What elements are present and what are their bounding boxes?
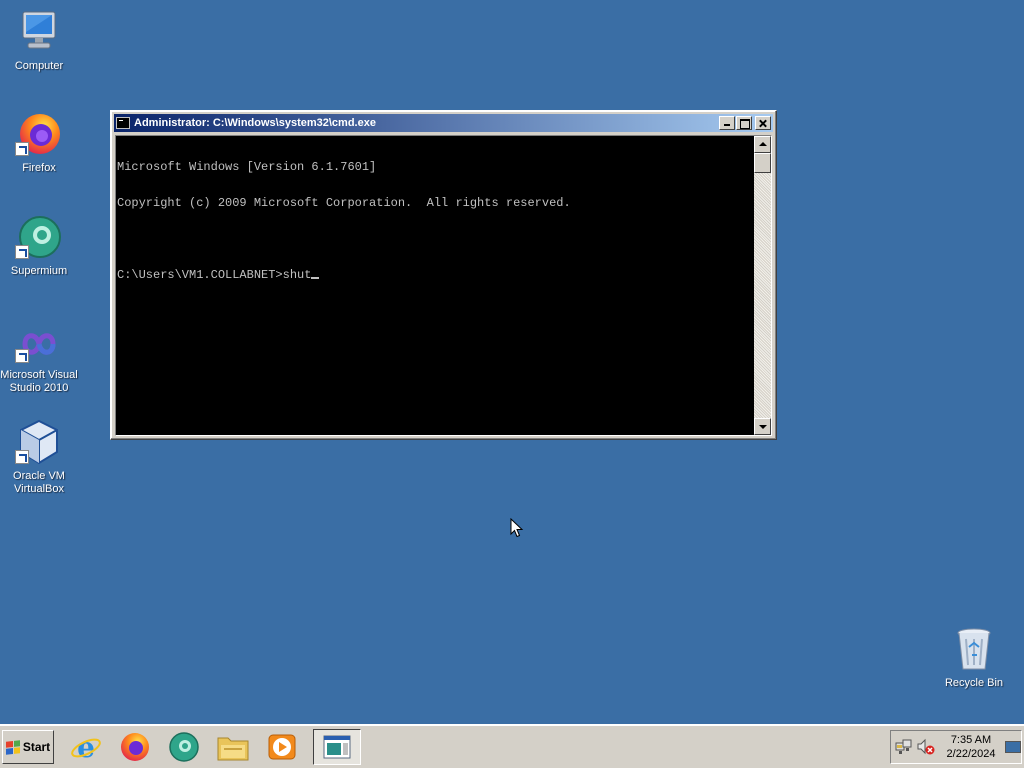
cmd-body: Microsoft Windows [Version 6.1.7601] Cop…: [115, 135, 772, 436]
desktop-icon-label: Supermium: [10, 265, 68, 277]
scroll-track[interactable]: [754, 153, 771, 418]
cmd-window[interactable]: Administrator: C:\Windows\system32\cmd.e…: [110, 110, 777, 440]
scroll-thumb[interactable]: [754, 153, 771, 173]
clock-time: 7:35 AM: [950, 734, 992, 746]
desktop-icon-computer[interactable]: Computer: [0, 8, 78, 73]
show-desktop-icon[interactable]: [1005, 741, 1021, 753]
console-line: Microsoft Windows [Version 6.1.7601]: [117, 160, 377, 174]
close-button[interactable]: [755, 116, 771, 130]
start-button[interactable]: Start: [2, 730, 54, 764]
console-prompt-text: C:\Users\VM1.COLLABNET>shut: [117, 268, 312, 282]
text-cursor: [311, 277, 320, 279]
supermium-icon[interactable]: [164, 729, 204, 765]
desktop-icon-firefox[interactable]: Firefox: [0, 110, 78, 175]
system-tray: 7:35 AM 2/22/2024: [890, 730, 1022, 764]
desktop-icon-label: Microsoft Visual Studio 2010: [0, 369, 78, 394]
cmd-window-icon: [323, 735, 351, 759]
shortcut-arrow-icon: [15, 349, 29, 363]
desktop-icon-supermium[interactable]: Supermium: [0, 213, 78, 278]
svg-text:e: e: [77, 731, 95, 763]
volume-muted-icon[interactable]: [917, 738, 935, 756]
internet-explorer-icon[interactable]: e: [66, 729, 106, 765]
desktop-icon-visual-studio[interactable]: Microsoft Visual Studio 2010: [0, 323, 78, 395]
recycle-bin-icon: [950, 625, 998, 673]
vertical-scrollbar[interactable]: [754, 136, 771, 435]
taskbar-cmd-button[interactable]: [313, 729, 361, 765]
shortcut-arrow-icon: [15, 450, 29, 464]
shortcut-arrow-icon: [15, 245, 29, 259]
firefox-icon: [15, 110, 63, 158]
computer-icon: [15, 8, 63, 56]
visual-studio-icon: [15, 323, 63, 365]
media-player-icon[interactable]: [262, 729, 302, 765]
desktop-icon-label: Recycle Bin: [944, 677, 1004, 689]
console-line: Copyright (c) 2009 Microsoft Corporation…: [117, 196, 571, 210]
firefox-icon[interactable]: [115, 729, 155, 765]
minimize-button[interactable]: [719, 116, 735, 130]
scroll-up-button[interactable]: [754, 136, 771, 153]
cmd-titlebar[interactable]: Administrator: C:\Windows\system32\cmd.e…: [114, 114, 773, 132]
supermium-icon: [15, 213, 63, 261]
desktop-icon-label: Firefox: [22, 162, 56, 174]
mouse-pointer-icon: [510, 517, 524, 538]
windows-logo-icon: [5, 739, 20, 755]
console-prompt-line: C:\Users\VM1.COLLABNET>shut: [117, 269, 753, 281]
clock[interactable]: 7:35 AM 2/22/2024: [941, 733, 1001, 761]
console-output[interactable]: Microsoft Windows [Version 6.1.7601] Cop…: [116, 136, 754, 435]
clock-date: 2/22/2024: [946, 748, 996, 760]
desktop-icon-virtualbox[interactable]: Oracle VM VirtualBox: [0, 418, 78, 496]
network-icon[interactable]: [895, 738, 913, 756]
scroll-down-button[interactable]: [754, 418, 771, 435]
cmd-window-title: Administrator: C:\Windows\system32\cmd.e…: [134, 117, 376, 129]
cmd-window-icon: [116, 117, 130, 129]
quick-launch: e: [66, 729, 311, 765]
windows-explorer-icon[interactable]: [213, 729, 253, 765]
desktop-icon-label: Computer: [14, 60, 64, 72]
desktop-icon-recycle-bin[interactable]: Recycle Bin: [935, 625, 1013, 690]
virtualbox-icon: [15, 418, 63, 466]
shortcut-arrow-icon: [15, 142, 29, 156]
desktop-icon-label: Oracle VM VirtualBox: [13, 470, 65, 495]
start-button-label: Start: [22, 740, 51, 754]
maximize-button[interactable]: [736, 116, 752, 130]
taskbar: Start e 7:35 AM 2/22/2024: [0, 724, 1024, 768]
